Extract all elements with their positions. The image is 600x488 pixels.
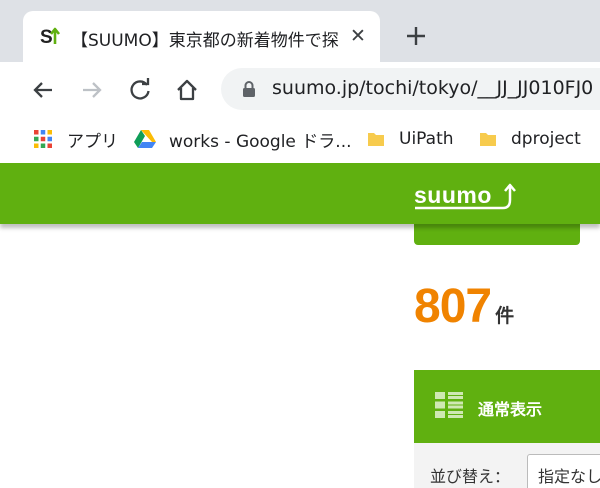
list-view-icon bbox=[435, 392, 463, 418]
browser-toolbar: suumo.jp/tochi/tokyo/__JJ_JJ010FJ0 bbox=[0, 62, 600, 117]
browser-tab-active[interactable]: S 【SUUMO】東京都の新着物件で探 ✕ bbox=[23, 11, 380, 62]
tab-strip: S 【SUUMO】東京都の新着物件で探 ✕ bbox=[0, 0, 600, 62]
bookmark-apps[interactable]: アプリ bbox=[33, 126, 118, 152]
new-tab-plus-icon[interactable] bbox=[402, 22, 430, 50]
apps-grid-icon bbox=[34, 130, 52, 148]
bookmark-label: works - Google ドラ... bbox=[169, 131, 352, 152]
suumo-favicon-icon: S bbox=[40, 27, 61, 48]
bookmark-dproject[interactable]: dproject bbox=[478, 126, 581, 152]
lock-icon bbox=[243, 81, 255, 97]
bookmark-label: dproject bbox=[511, 129, 581, 149]
back-arrow-icon[interactable] bbox=[28, 75, 58, 105]
forward-arrow-icon[interactable] bbox=[77, 75, 107, 105]
view-mode-header[interactable]: 通常表示 bbox=[414, 370, 600, 443]
close-tab-icon[interactable]: ✕ bbox=[348, 26, 368, 46]
sort-row: 並び替え： 指定なし bbox=[414, 443, 600, 488]
bookmark-label: アプリ bbox=[67, 131, 118, 152]
google-drive-icon bbox=[134, 130, 156, 148]
bookmark-label: UiPath bbox=[399, 129, 454, 149]
reload-icon[interactable] bbox=[125, 75, 155, 105]
suumo-logo[interactable]: suumo bbox=[413, 178, 519, 214]
bookmark-uipath[interactable]: UiPath bbox=[366, 126, 454, 152]
folder-icon bbox=[368, 133, 384, 146]
view-mode-label: 通常表示 bbox=[478, 400, 543, 419]
sort-label: 並び替え： bbox=[430, 467, 511, 486]
result-count-unit: 件 bbox=[495, 305, 515, 327]
svg-text:S: S bbox=[40, 27, 53, 48]
bookmarks-bar: アプリ works - Google ドラ... UiPath dproject bbox=[0, 117, 600, 163]
tab-title: 【SUUMO】東京都の新着物件で探 bbox=[71, 31, 339, 51]
sort-select-value: 指定なし bbox=[538, 467, 600, 486]
suumo-header: suumo bbox=[0, 163, 600, 224]
logo-text: suumo bbox=[414, 182, 492, 208]
home-icon[interactable] bbox=[172, 75, 202, 105]
result-count-number: 807 bbox=[414, 280, 492, 333]
address-bar[interactable]: suumo.jp/tochi/tokyo/__JJ_JJ010FJ0 bbox=[221, 68, 600, 110]
folder-icon bbox=[480, 133, 496, 146]
bookmark-google-drive[interactable]: works - Google ドラ... bbox=[133, 126, 352, 152]
url-text[interactable]: suumo.jp/tochi/tokyo/__JJ_JJ010FJ0 bbox=[272, 77, 593, 99]
result-count: 807 件 bbox=[414, 279, 514, 334]
page-content: suumo 807 件 通常表示 並び替え： 指定なし bbox=[0, 163, 600, 488]
sort-select[interactable]: 指定なし bbox=[527, 454, 600, 488]
